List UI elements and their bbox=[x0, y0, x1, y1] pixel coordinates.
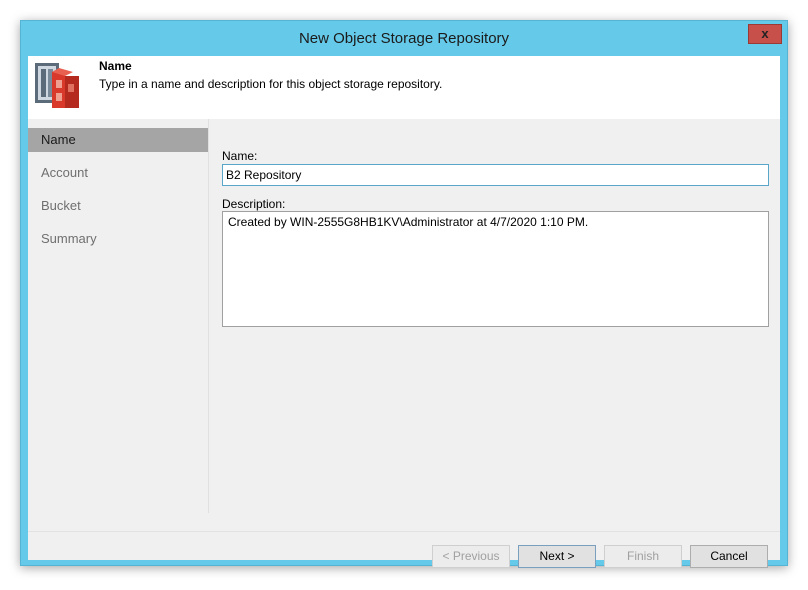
cancel-button[interactable]: Cancel bbox=[690, 545, 768, 568]
step-bucket[interactable]: Bucket bbox=[28, 194, 208, 218]
footer-divider bbox=[28, 531, 780, 532]
title-bar[interactable]: New Object Storage Repository x bbox=[21, 21, 787, 57]
name-input[interactable]: B2 Repository bbox=[222, 164, 769, 186]
object-storage-icon bbox=[33, 60, 85, 112]
window-title: New Object Storage Repository bbox=[298, 30, 510, 47]
steps-sidebar: Name Account Bucket Summary bbox=[28, 119, 208, 496]
description-input[interactable]: Created by WIN-2555G8HB1KV\Administrator… bbox=[222, 211, 769, 327]
close-button[interactable]: x bbox=[748, 24, 782, 44]
finish-button[interactable]: Finish bbox=[604, 545, 682, 568]
sidebar-divider bbox=[208, 119, 209, 513]
name-label: Name: bbox=[222, 149, 258, 163]
previous-button[interactable]: < Previous bbox=[432, 545, 510, 568]
header-description: Type in a name and description for this … bbox=[99, 77, 443, 91]
wizard-header: Name Type in a name and description for … bbox=[28, 56, 780, 119]
wizard-window: New Object Storage Repository x Name Typ… bbox=[20, 20, 788, 568]
header-title: Name bbox=[99, 59, 132, 73]
step-account[interactable]: Account bbox=[28, 161, 208, 185]
description-label: Description: bbox=[222, 197, 286, 211]
step-summary[interactable]: Summary bbox=[28, 227, 208, 251]
next-button[interactable]: Next > bbox=[518, 545, 596, 568]
wizard-body: Name Type in a name and description for … bbox=[28, 56, 780, 568]
step-name[interactable]: Name bbox=[28, 128, 208, 152]
